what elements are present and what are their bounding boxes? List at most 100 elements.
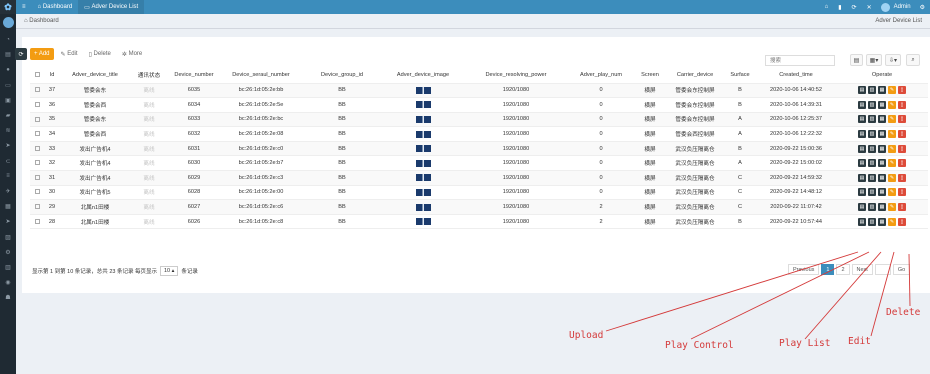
send-icon[interactable]: ➤ xyxy=(0,138,16,153)
col-header[interactable]: Adver_device_title xyxy=(60,68,130,84)
device-image-thumbnail[interactable] xyxy=(415,145,431,153)
edit-row-button[interactable]: ✎ xyxy=(888,217,896,226)
col-header[interactable]: 通讯状态 xyxy=(130,68,168,84)
delete-row-button[interactable]: ▯ xyxy=(898,115,906,124)
menu-toggle-icon[interactable]: ≡ xyxy=(16,0,32,14)
delete-row-button[interactable]: ▯ xyxy=(898,217,906,226)
delete-row-button[interactable]: ▯ xyxy=(898,203,906,212)
edit-row-button[interactable]: ✎ xyxy=(888,203,896,212)
users-icon[interactable]: ☗ xyxy=(0,290,16,305)
play-control-button[interactable]: ▥ xyxy=(868,86,876,95)
previous-page-button[interactable]: Previous xyxy=(788,264,820,275)
upload-button[interactable]: ▤ xyxy=(858,144,866,153)
table-row[interactable]: 30 发出广告机5 离线 6028 bc:26:1d:05:2e:00 BB 1920/10… xyxy=(30,185,928,201)
table-row[interactable]: 31 发出广告机4 离线 6029 bc:26:1d:05:2e:c3 BB 1920/10… xyxy=(30,170,928,186)
more-button[interactable]: ✲ More xyxy=(118,48,146,60)
edit-row-button[interactable]: ✎ xyxy=(888,86,896,95)
table-row[interactable]: 28 北属n1田楼 离线 6026 bc:26:1d:05:2e:c8 BB 1920/10… xyxy=(30,214,928,230)
row-checkbox[interactable] xyxy=(34,101,40,107)
col-header[interactable]: Adver_play_num xyxy=(568,68,634,84)
play-control-button[interactable]: ▥ xyxy=(868,144,876,153)
play-list-button[interactable]: ▦ xyxy=(878,130,886,139)
search-toggle-icon[interactable]: ⌕ xyxy=(906,54,920,66)
list-icon[interactable]: ≡ xyxy=(0,169,16,184)
row-checkbox[interactable] xyxy=(34,116,40,122)
play-control-button[interactable]: ▥ xyxy=(868,217,876,226)
play-list-button[interactable]: ▦ xyxy=(878,159,886,168)
col-header[interactable]: Surface xyxy=(724,68,756,84)
next-page-button[interactable]: Next xyxy=(851,264,873,275)
table-row[interactable]: 33 发出广告机4 离线 6031 bc:26:1d:05:2e:c0 BB 1920/10… xyxy=(30,141,928,157)
edit-row-button[interactable]: ✎ xyxy=(888,173,896,182)
logo-icon[interactable]: ✿ xyxy=(0,0,16,14)
upload-button[interactable]: ▤ xyxy=(858,86,866,95)
device-image-thumbnail[interactable] xyxy=(415,115,431,123)
upload-button[interactable]: ▤ xyxy=(858,203,866,212)
row-checkbox[interactable] xyxy=(34,160,40,166)
device-image-thumbnail[interactable] xyxy=(415,159,431,167)
device-image-thumbnail[interactable] xyxy=(415,86,431,94)
upload-button[interactable]: ▤ xyxy=(858,100,866,109)
edit-row-button[interactable]: ✎ xyxy=(888,144,896,153)
avatar[interactable] xyxy=(2,17,14,28)
play-control-button[interactable]: ▥ xyxy=(868,159,876,168)
upload-button[interactable]: ▤ xyxy=(858,115,866,124)
play-control-button[interactable]: ▥ xyxy=(868,188,876,197)
col-header[interactable]: Device_group_id xyxy=(302,68,382,84)
refresh-button[interactable]: ⟳ xyxy=(15,48,27,60)
col-header[interactable]: Device_seraul_number xyxy=(220,68,302,84)
col-header[interactable]: Adver_device_image xyxy=(382,68,464,84)
delete-row-button[interactable]: ▯ xyxy=(898,86,906,95)
delete-row-button[interactable]: ▯ xyxy=(898,188,906,197)
send-icon-2[interactable]: ➤ xyxy=(0,214,16,229)
delete-row-button[interactable]: ▯ xyxy=(898,159,906,168)
page-size-select[interactable]: 10 ▴ xyxy=(160,266,179,276)
edit-row-button[interactable]: ✎ xyxy=(888,100,896,109)
play-control-button[interactable]: ▥ xyxy=(868,203,876,212)
edit-row-button[interactable]: ✎ xyxy=(888,188,896,197)
export-button[interactable]: ⇩▾ xyxy=(885,54,901,66)
device-image-thumbnail[interactable] xyxy=(415,130,431,138)
gear-icon[interactable]: ⚙ xyxy=(915,4,930,11)
play-control-button[interactable]: ▥ xyxy=(868,130,876,139)
device-image-thumbnail[interactable] xyxy=(415,218,431,226)
play-list-button[interactable]: ▦ xyxy=(878,217,886,226)
col-header[interactable]: Id xyxy=(44,68,60,84)
document-icon[interactable]: ▤ xyxy=(0,47,16,62)
col-header[interactable]: Carrier_device xyxy=(666,68,724,84)
goto-page-input[interactable] xyxy=(874,264,891,275)
device-image-thumbnail[interactable] xyxy=(415,101,431,109)
location-icon[interactable]: ◉ xyxy=(0,275,16,290)
tab-dashboard[interactable]: ⌂ Dashboard xyxy=(32,0,79,14)
refresh-nav-icon[interactable]: ⟳ xyxy=(847,4,862,11)
wifi-icon[interactable]: ≋ xyxy=(0,123,16,138)
user-menu[interactable]: Admin xyxy=(877,2,915,12)
upload-button[interactable]: ▤ xyxy=(858,173,866,182)
go-button[interactable]: Go xyxy=(892,264,911,275)
user-icon[interactable]: ● xyxy=(0,62,16,77)
table-row[interactable]: 36 管委会西 离线 6034 bc:26:1d:05:2e:5e BB 1920/1080… xyxy=(30,97,928,113)
fullscreen-icon[interactable]: ✕ xyxy=(862,4,877,11)
play-list-button[interactable]: ▦ xyxy=(878,188,886,197)
delete-row-button[interactable]: ▯ xyxy=(898,144,906,153)
row-checkbox[interactable] xyxy=(34,218,40,224)
edit-row-button[interactable]: ✎ xyxy=(888,159,896,168)
upload-button[interactable]: ▤ xyxy=(858,159,866,168)
row-checkbox[interactable] xyxy=(34,87,40,93)
table-row[interactable]: 35 管委会东 离线 6033 bc:26:1d:05:2e:bc BB 1920/1080… xyxy=(30,112,928,128)
select-all-checkbox[interactable] xyxy=(34,72,40,78)
device-image-thumbnail[interactable] xyxy=(415,188,431,196)
page-2-button[interactable]: 2 xyxy=(836,264,850,275)
delete-row-button[interactable]: ▯ xyxy=(898,100,906,109)
play-list-button[interactable]: ▦ xyxy=(878,203,886,212)
edit-button[interactable]: ✎ Edit xyxy=(57,48,82,60)
col-header[interactable]: Device_number xyxy=(168,68,220,84)
list-view-button[interactable]: ▤ xyxy=(850,54,863,66)
row-checkbox[interactable] xyxy=(34,131,40,137)
play-control-button[interactable]: ▥ xyxy=(868,115,876,124)
plane-icon[interactable]: ✈ xyxy=(0,184,16,199)
col-header[interactable]: Screen xyxy=(634,68,666,84)
monitor-icon[interactable]: ▭ xyxy=(0,78,16,93)
play-control-button[interactable]: ▥ xyxy=(868,100,876,109)
play-list-button[interactable]: ▦ xyxy=(878,144,886,153)
